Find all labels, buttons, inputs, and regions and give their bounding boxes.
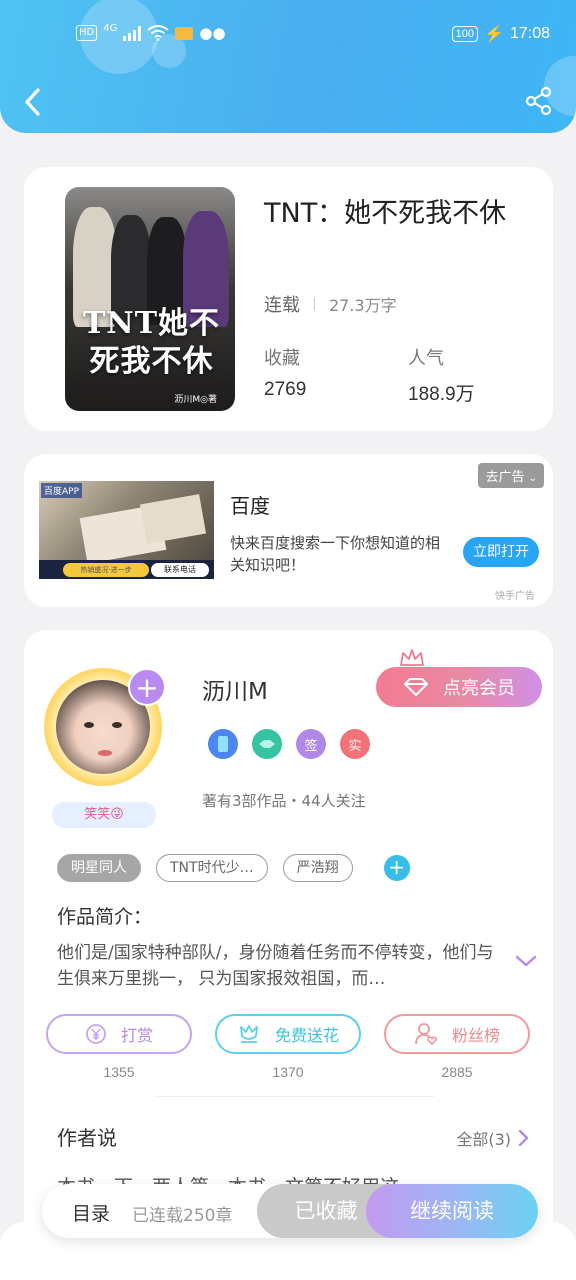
collect-count: 2769	[264, 379, 307, 400]
handshake-badge-icon[interactable]	[252, 729, 282, 759]
battery-icon: 100	[451, 26, 479, 42]
meta-divider	[314, 297, 315, 311]
follow-plus-button[interactable]: +	[128, 668, 166, 706]
share-button[interactable]	[524, 86, 554, 116]
ad-image-tag: 百度APP	[41, 483, 83, 498]
avatar-lip	[98, 750, 112, 756]
fan-rank-label: 粉丝榜	[451, 1026, 500, 1045]
book-title: TNT：她不死我不休	[264, 198, 507, 229]
author-name[interactable]: 沥川M	[202, 672, 268, 706]
ad-source: 快手广告	[495, 591, 535, 602]
cover-title: TNT她不死我不休	[82, 306, 221, 379]
ad-image-button: 热销盛况·进一步	[63, 563, 149, 577]
chevron-right-icon	[518, 1129, 529, 1147]
bottom-action-bar: 目录 已连载250章 已收藏 继续阅读	[42, 1184, 538, 1238]
phone-glyph	[218, 736, 228, 752]
serial-status: 连载	[264, 295, 300, 316]
share-icon	[525, 86, 552, 116]
diamond-icon	[404, 678, 428, 696]
status-bar: HD 4G ●● 100 ⚡ 17:08	[0, 20, 576, 52]
real-name-badge[interactable]: 实	[340, 729, 370, 759]
top-header: HD 4G ●● 100 ⚡ 17:08	[0, 0, 576, 133]
chevron-down-icon[interactable]	[514, 952, 538, 970]
flower-icon	[240, 1025, 258, 1043]
mail-notification-icon	[175, 26, 194, 40]
author-badges: 签 实	[208, 729, 370, 759]
avatar-eye	[112, 722, 122, 728]
chapter-count[interactable]: 已连载250章	[132, 1201, 232, 1226]
chevron-left-icon	[25, 88, 40, 116]
continue-reading-button[interactable]: 继续阅读	[366, 1184, 538, 1238]
charging-icon: ⚡	[484, 26, 504, 43]
vip-label: 点亮会员	[443, 678, 515, 699]
user-heart-icon	[415, 1023, 437, 1046]
tag[interactable]: 明星同人	[57, 854, 141, 882]
intro-text[interactable]: 他们是/国家特种部队/，身份随着任务而不停转变，他们与生俱来万里挑一， 只为国家…	[57, 940, 507, 992]
remove-ad-label: 去广告	[485, 470, 525, 485]
wifi-icon	[147, 25, 169, 41]
send-flower-button[interactable]: 免费送花	[215, 1014, 361, 1054]
phone-badge-icon[interactable]	[208, 729, 238, 759]
tag-list: 明星同人 TNT时代少… 严浩翔 +	[57, 854, 410, 882]
vip-button[interactable]: 点亮会员	[376, 667, 542, 707]
sign-badge[interactable]: 签	[296, 729, 326, 759]
network-type: 4G	[103, 22, 118, 34]
ad-card[interactable]: 百度APP 热销盛况·进一步 联系电话 百度 快来百度搜索一下你想知道的相关知识…	[24, 454, 553, 607]
toc-button[interactable]: 目录	[72, 1199, 110, 1226]
section-divider	[154, 1096, 434, 1097]
intro-label: 作品简介：	[57, 906, 153, 928]
tag[interactable]: TNT时代少…	[156, 854, 268, 882]
reward-count: 1355	[103, 1064, 135, 1080]
author-stats: 著有3部作品・44人关注	[202, 792, 366, 810]
author-says-title: 作者说	[57, 1126, 117, 1150]
collect-label: 收藏	[264, 348, 300, 369]
ad-title: 百度	[230, 494, 270, 518]
fan-count: 2885	[441, 1064, 473, 1080]
author-says-all-label: 全部(3)	[456, 1130, 511, 1149]
book-info-card: TNT她不死我不休 沥川M◎著 TNT：她不死我不休 连载 27.3万字 收藏 …	[24, 167, 553, 431]
avatar-eye	[84, 722, 94, 728]
ad-image-phone-button: 联系电话	[151, 563, 209, 577]
author-says-all-link[interactable]: 全部(3)	[456, 1126, 529, 1150]
ad-image[interactable]: 百度APP 热销盛况·进一步 联系电话	[39, 481, 214, 579]
popularity-label: 人气	[408, 348, 444, 369]
author-detail-card: + 笑笑😜 沥川M 点亮会员 签 实 著有3部作品・44人关注 明星同人 TNT…	[24, 630, 553, 1280]
back-button[interactable]	[20, 84, 48, 120]
ad-open-button[interactable]: 立即打开	[463, 537, 539, 567]
flower-count: 1370	[272, 1064, 304, 1080]
yen-coin-icon	[86, 1024, 106, 1044]
signal-icon	[123, 25, 142, 41]
fan-rank-button[interactable]: 粉丝榜	[384, 1014, 530, 1054]
crown-icon	[400, 649, 424, 666]
hd-indicator: HD	[76, 25, 98, 41]
handshake-glyph	[259, 740, 275, 748]
author-badge: 笑笑😜	[52, 802, 156, 828]
clock: 17:08	[509, 25, 550, 42]
ad-image-paper	[139, 494, 207, 544]
book-cover[interactable]: TNT她不死我不休 沥川M◎著	[65, 187, 235, 411]
remove-ad-button[interactable]: 去广告 ⌄	[478, 463, 544, 488]
chevron-down-icon: ⌄	[528, 473, 537, 484]
book-meta: 连载 27.3万字	[264, 291, 397, 317]
cover-author: 沥川M◎著	[174, 395, 217, 405]
ad-description: 快来百度搜索一下你想知道的相关知识吧！	[230, 534, 441, 574]
add-tag-button[interactable]: +	[383, 855, 410, 881]
word-count: 27.3万字	[329, 296, 397, 315]
send-flower-label: 免费送花	[274, 1026, 339, 1045]
popularity-count: 188.9万	[408, 384, 475, 405]
reward-label: 打赏	[120, 1026, 153, 1045]
wechat-icon: ●●	[199, 24, 226, 42]
reward-button[interactable]: 打赏	[46, 1014, 192, 1054]
tag[interactable]: 严浩翔	[282, 854, 353, 882]
